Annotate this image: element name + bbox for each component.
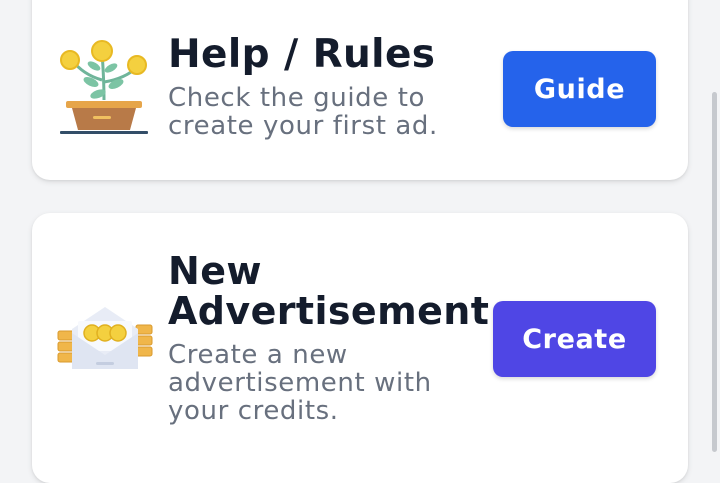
create-button[interactable]: Create: [493, 301, 656, 377]
help-rules-title: Help / Rules: [168, 32, 436, 77]
new-advertisement-title: New Advertisement: [168, 249, 490, 333]
help-rules-description: Check the guide to create your first ad.: [168, 83, 438, 141]
new-advertisement-card: New Advertisement Create a new advertise…: [32, 213, 688, 483]
page-scrollbar[interactable]: [712, 92, 717, 452]
flower-pot-coins-icon: [58, 38, 150, 142]
help-rules-card: Help / Rules Check the guide to create y…: [32, 0, 688, 180]
envelope-coins-icon: [56, 303, 154, 379]
new-advertisement-description: Create a new advertisement with your cre…: [168, 340, 432, 426]
guide-button[interactable]: Guide: [503, 51, 656, 127]
